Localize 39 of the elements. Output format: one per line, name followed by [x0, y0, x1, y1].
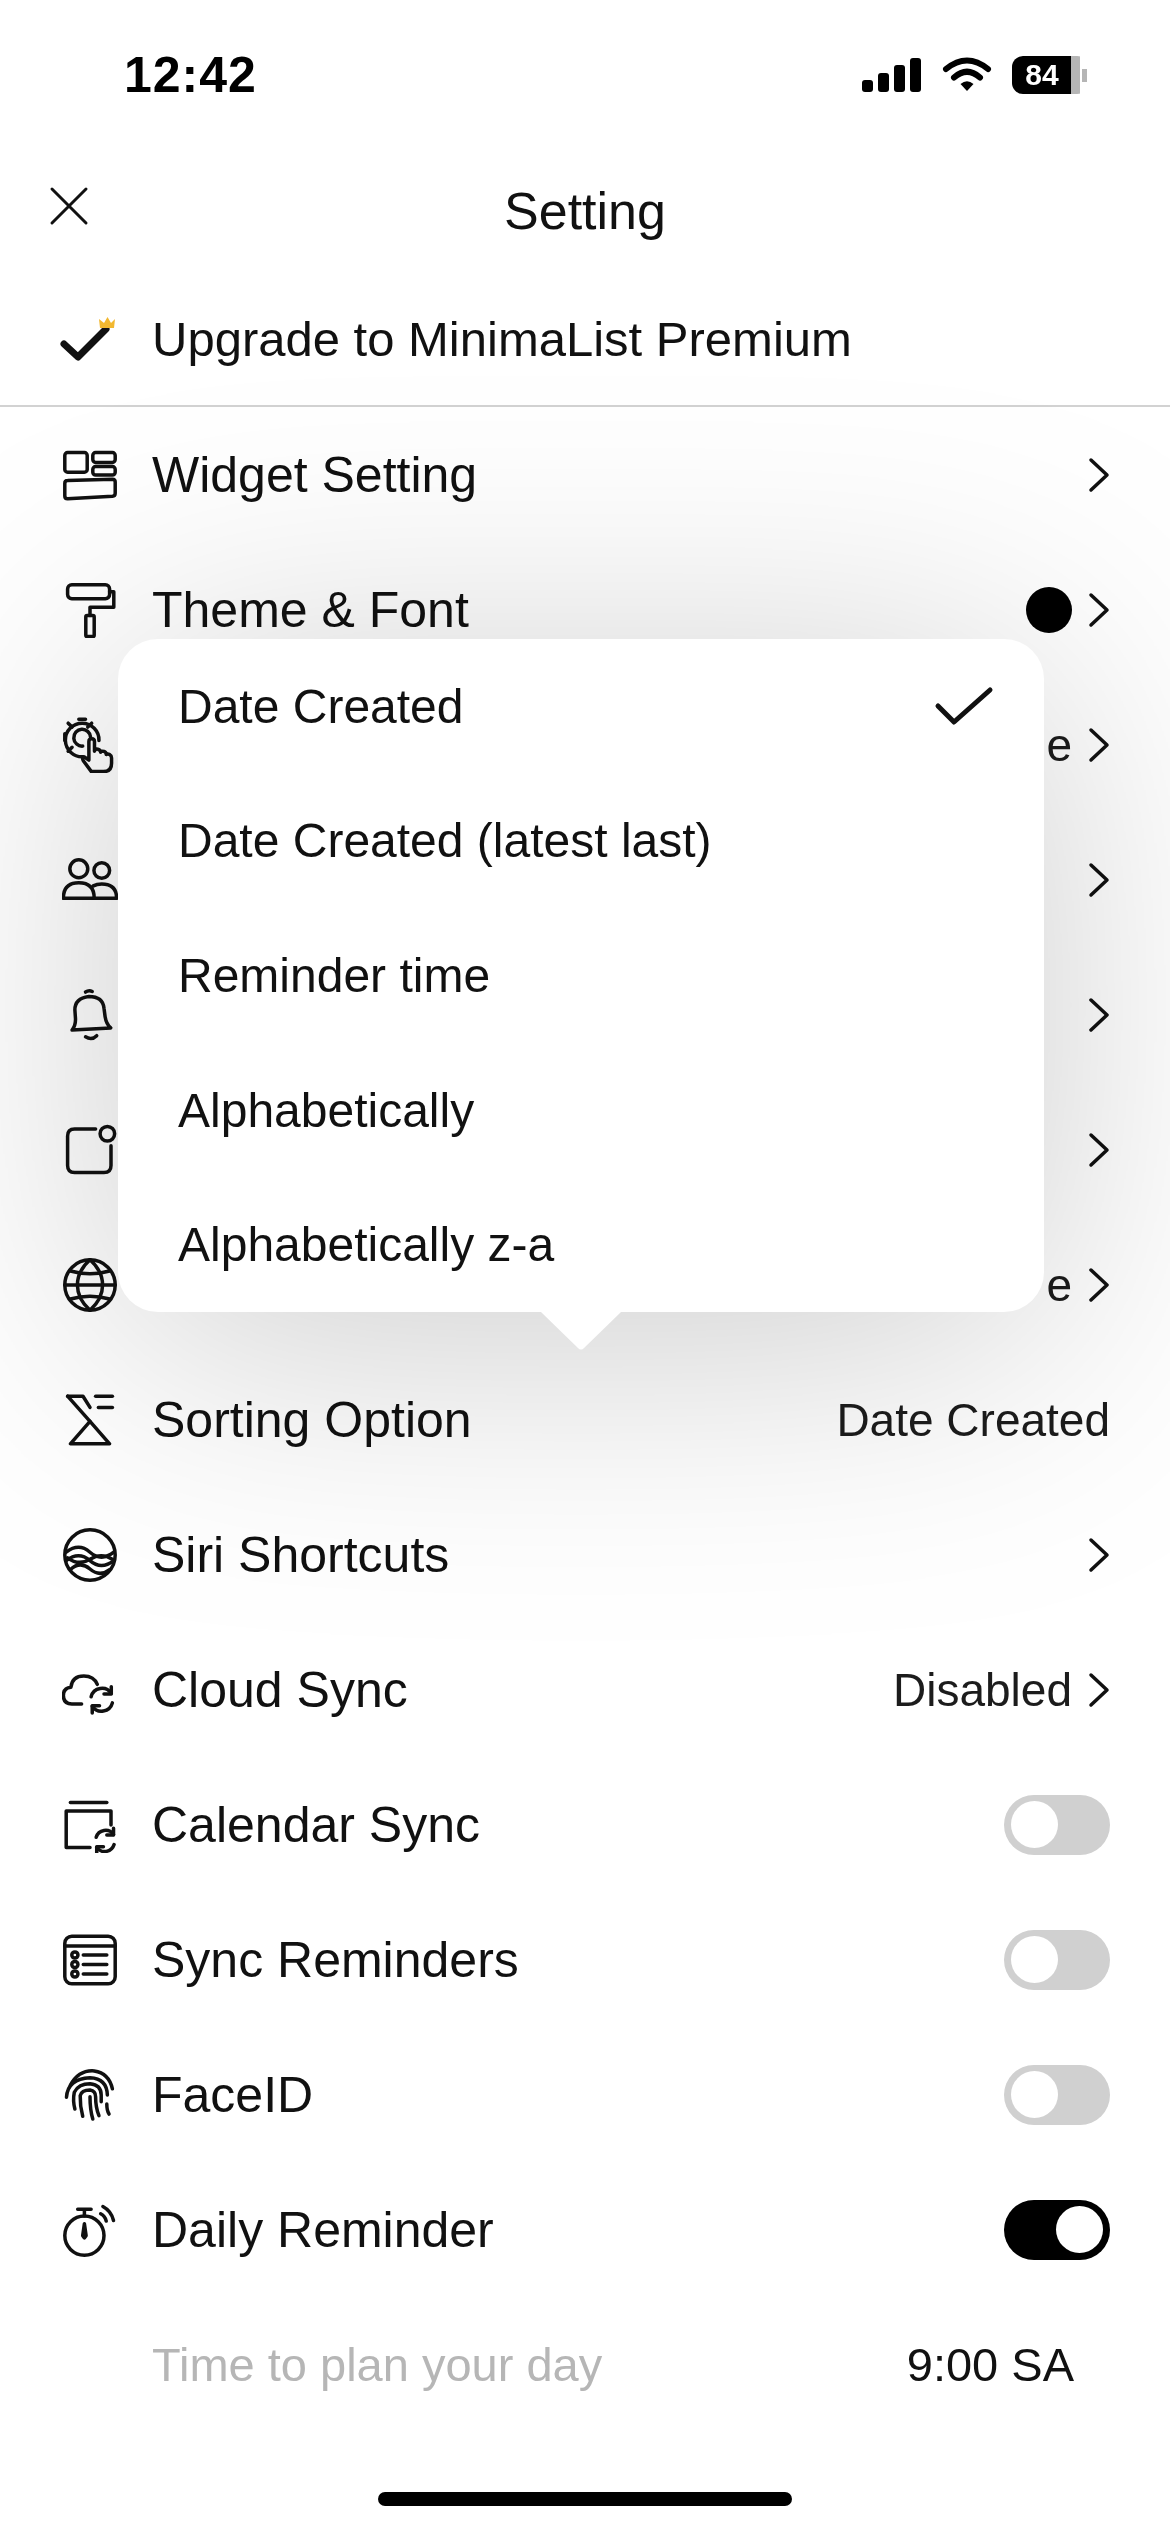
chevron-right-icon — [1088, 1671, 1110, 1708]
chevron-right-icon — [1088, 1266, 1110, 1303]
setting-value: Disabled — [893, 1662, 1072, 1717]
setting-label[interactable]: Daily Reminder — [152, 2200, 494, 2259]
chevron-right-icon — [1088, 456, 1110, 493]
close-icon[interactable] — [49, 186, 89, 226]
status-time: 12:42 — [124, 46, 257, 104]
waves-circle-icon — [62, 1526, 118, 1583]
setting-value: e — [1046, 1257, 1072, 1312]
setting-label[interactable]: Sorting Option — [152, 1390, 472, 1449]
menu-option[interactable]: Date Created — [118, 639, 1044, 774]
checkmark-crown-icon — [60, 315, 116, 362]
setting-value: e — [1046, 717, 1072, 772]
globe-icon — [62, 1256, 118, 1313]
reminder-time-value[interactable]: 9:00 SA — [906, 2337, 1074, 2392]
menu-option[interactable]: Alphabetically z-a — [118, 1177, 1044, 1312]
battery-percentage: 84 — [1025, 60, 1059, 90]
chevron-right-icon — [1088, 861, 1110, 898]
menu-option[interactable]: Reminder time — [118, 908, 1044, 1043]
setting-label[interactable]: Calendar Sync — [152, 1795, 480, 1854]
setting-label[interactable]: Theme & Font — [152, 580, 469, 639]
chevron-right-icon — [1088, 1131, 1110, 1168]
setting-value[interactable]: Date Created — [836, 1392, 1110, 1447]
setting-label[interactable]: Sync Reminders — [152, 1930, 519, 1989]
setting-label[interactable]: Widget Setting — [152, 445, 478, 504]
menu-option[interactable]: Date Created (latest last) — [118, 773, 1044, 909]
wifi-icon — [942, 57, 992, 93]
chevron-right-icon — [1088, 1536, 1110, 1573]
setting-label[interactable]: Siri Shortcuts — [152, 1525, 450, 1584]
chevron-right-icon — [1088, 996, 1110, 1033]
chevron-right-icon — [1088, 726, 1110, 763]
screen-title: Setting — [504, 181, 666, 241]
upgrade-label[interactable]: Upgrade to MinimaList Premium — [152, 310, 852, 367]
chevron-right-icon — [1088, 591, 1110, 628]
menu-option[interactable]: Alphabetically — [118, 1042, 1044, 1178]
setting-label[interactable]: FaceID — [152, 2065, 314, 2124]
setting-label[interactable]: Cloud Sync — [152, 1660, 408, 1719]
list-icon — [62, 1931, 118, 1988]
signal-icon — [862, 58, 922, 92]
